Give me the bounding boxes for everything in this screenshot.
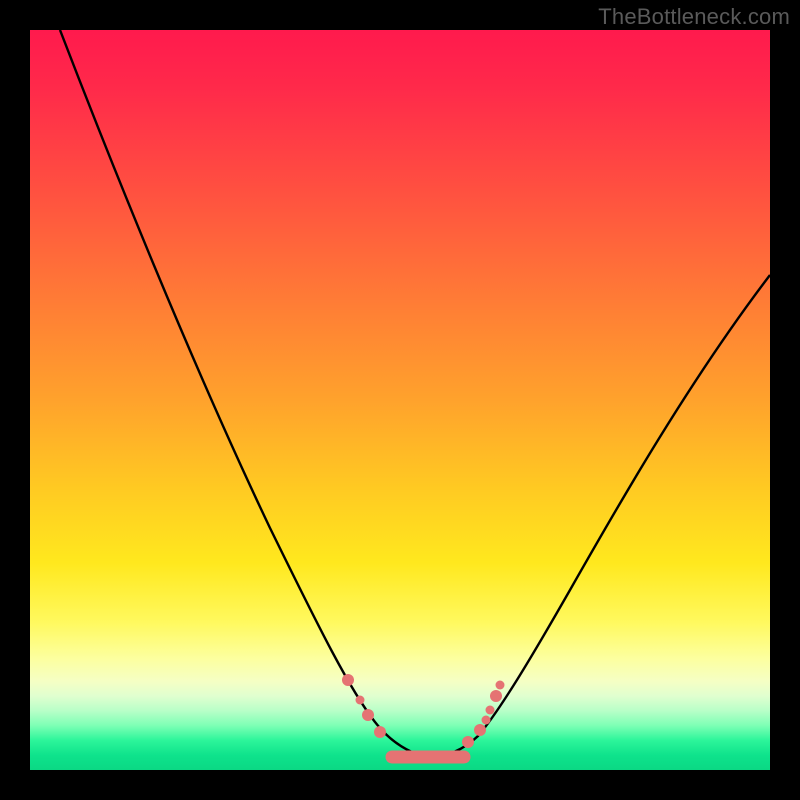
data-marker: [362, 709, 374, 721]
curve-path: [60, 30, 770, 757]
data-marker: [486, 706, 495, 715]
data-marker: [374, 726, 386, 738]
data-marker: [496, 681, 505, 690]
bottleneck-curve: [30, 30, 770, 770]
chart-frame: TheBottleneck.com: [0, 0, 800, 800]
data-marker: [490, 690, 502, 702]
data-marker: [474, 724, 486, 736]
data-marker: [356, 696, 365, 705]
bottom-marker-cluster: [386, 751, 471, 764]
data-marker: [462, 736, 474, 748]
data-marker: [342, 674, 354, 686]
data-marker: [482, 716, 491, 725]
watermark-text: TheBottleneck.com: [598, 4, 790, 30]
plot-area: [30, 30, 770, 770]
